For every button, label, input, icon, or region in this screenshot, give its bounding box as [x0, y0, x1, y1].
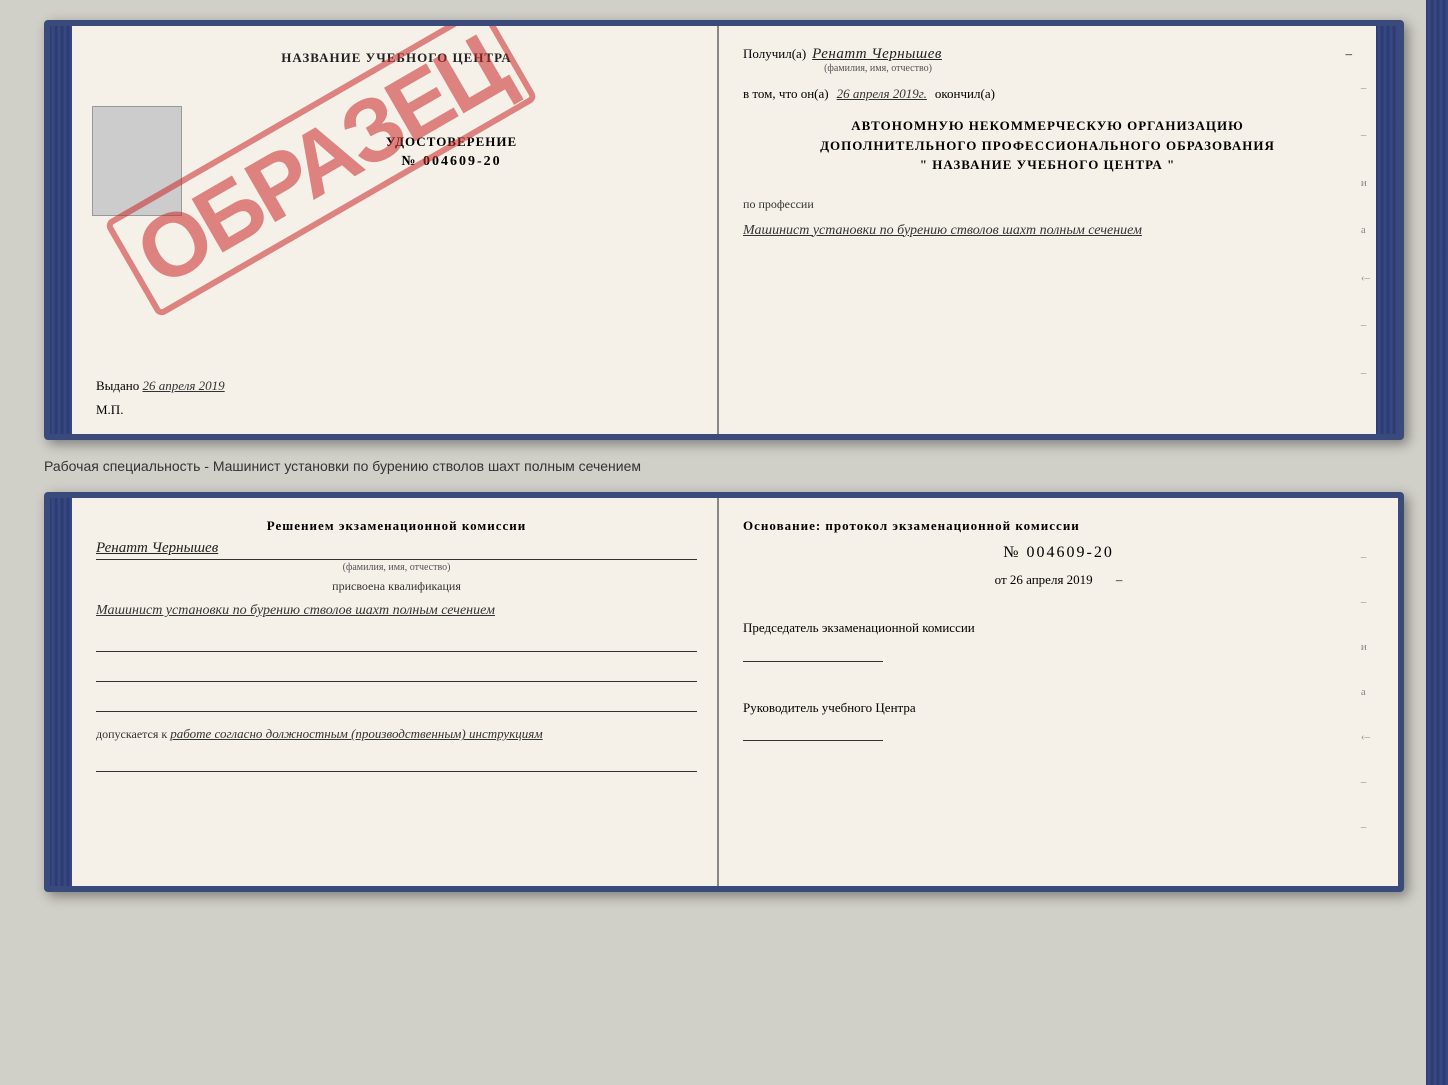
in-that-label: в том, что он(а) — [743, 86, 829, 102]
top-certificate: НАЗВАНИЕ УЧЕБНОГО ЦЕНТРА ОБРАЗЕЦ УДОСТОВ… — [44, 20, 1404, 440]
protocol-date-value: 26 апреля 2019 — [1010, 572, 1093, 587]
underline-2 — [96, 662, 697, 682]
org-block: АВТОНОМНУЮ НЕКОММЕРЧЕСКУЮ ОРГАНИЗАЦИЮ ДО… — [743, 116, 1352, 175]
cert-left-page: НАЗВАНИЕ УЧЕБНОГО ЦЕНТРА ОБРАЗЕЦ УДОСТОВ… — [72, 26, 719, 434]
protocol-number: № 004609-20 — [743, 544, 1374, 562]
person-name-block-bot: Ренатт Чернышев (фамилия, имя, отчество) — [96, 540, 697, 573]
person-name-bot: Ренатт Чернышев — [96, 540, 697, 560]
director-label: Руководитель учебного Центра — [743, 698, 1374, 718]
received-label: Получил(а) — [743, 46, 806, 62]
chairman-label: Председатель экзаменационной комиссии — [743, 618, 1374, 638]
issued-label: Выдано — [96, 378, 139, 393]
issued-date: 26 апреля 2019 — [143, 378, 225, 393]
cert-right-page: Получил(а) Ренатт Чернышев (фамилия, имя… — [719, 26, 1376, 434]
received-line: Получил(а) Ренатт Чернышев (фамилия, имя… — [743, 46, 1352, 74]
basis-title: Основание: протокол экзаменационной коми… — [743, 518, 1374, 534]
protocol-date: от 26 апреля 2019 – — [743, 572, 1374, 588]
bot-left-spine — [50, 498, 72, 886]
person-name-top: Ренатт Чернышев — [812, 46, 942, 63]
bot-right-page: Основание: протокол экзаменационной коми… — [719, 498, 1398, 886]
photo-placeholder — [92, 106, 182, 216]
director-signature — [743, 721, 883, 741]
profession-label: по профессии — [743, 197, 1352, 212]
completion-date: 26 апреля 2019г. — [837, 86, 927, 102]
qualification-label: присвоена квалификация — [96, 579, 697, 594]
underline-1 — [96, 632, 697, 652]
cert-main-info: УДОСТОВЕРЕНИЕ № 004609-20 — [206, 134, 697, 170]
chairman-signature — [743, 642, 883, 662]
allowed-value: работе согласно должностным (производств… — [170, 726, 542, 741]
org-line1: АВТОНОМНУЮ НЕКОММЕРЧЕСКУЮ ОРГАНИЗАЦИЮ — [743, 116, 1352, 136]
org-name: " НАЗВАНИЕ УЧЕБНОГО ЦЕНТРА " — [743, 155, 1352, 175]
underline-3 — [96, 692, 697, 712]
top-institution-title: НАЗВАНИЕ УЧЕБНОГО ЦЕНТРА — [96, 50, 697, 66]
doc-number: № 004609-20 — [206, 154, 697, 170]
org-line2: ДОПОЛНИТЕЛЬНОГО ПРОФЕССИОНАЛЬНОГО ОБРАЗО… — [743, 136, 1352, 156]
issued-block: Выдано 26 апреля 2019 — [96, 378, 225, 394]
doc-title: УДОСТОВЕРЕНИЕ — [206, 134, 697, 150]
completed-label: окончил(а) — [935, 86, 995, 102]
underline-4 — [96, 752, 697, 772]
document-container: НАЗВАНИЕ УЧЕБНОГО ЦЕНТРА ОБРАЗЕЦ УДОСТОВ… — [44, 20, 1404, 892]
qualification-value: Машинист установки по бурению стволов ша… — [96, 600, 697, 622]
in-that-line: в том, что он(а) 26 апреля 2019г. окончи… — [743, 86, 1352, 102]
side-dashes: ––иа‹––– — [1361, 46, 1370, 414]
name-subtext-bot: (фамилия, имя, отчество) — [96, 562, 697, 573]
name-subtext-top: (фамилия, имя, отчество) — [824, 63, 932, 74]
date-prefix: от — [995, 572, 1007, 587]
director-block: Руководитель учебного Центра — [743, 698, 1374, 742]
bottom-certificate: Решением экзаменационной комиссии Ренатт… — [44, 492, 1404, 892]
decision-title: Решением экзаменационной комиссии — [96, 518, 697, 534]
allowed-label: допускается к работе согласно должностны… — [96, 726, 697, 742]
chairman-block: Председатель экзаменационной комиссии — [743, 618, 1374, 662]
side-dashes-bot: ––иа‹––– — [1361, 518, 1370, 866]
left-spine — [50, 26, 72, 434]
separator-text: Рабочая специальность - Машинист установ… — [44, 452, 1404, 480]
mp-label: М.П. — [96, 402, 123, 418]
bot-left-page: Решением экзаменационной комиссии Ренатт… — [72, 498, 719, 886]
profession-value: Машинист установки по бурению стволов ша… — [743, 220, 1352, 242]
right-spine-top — [1376, 26, 1398, 434]
